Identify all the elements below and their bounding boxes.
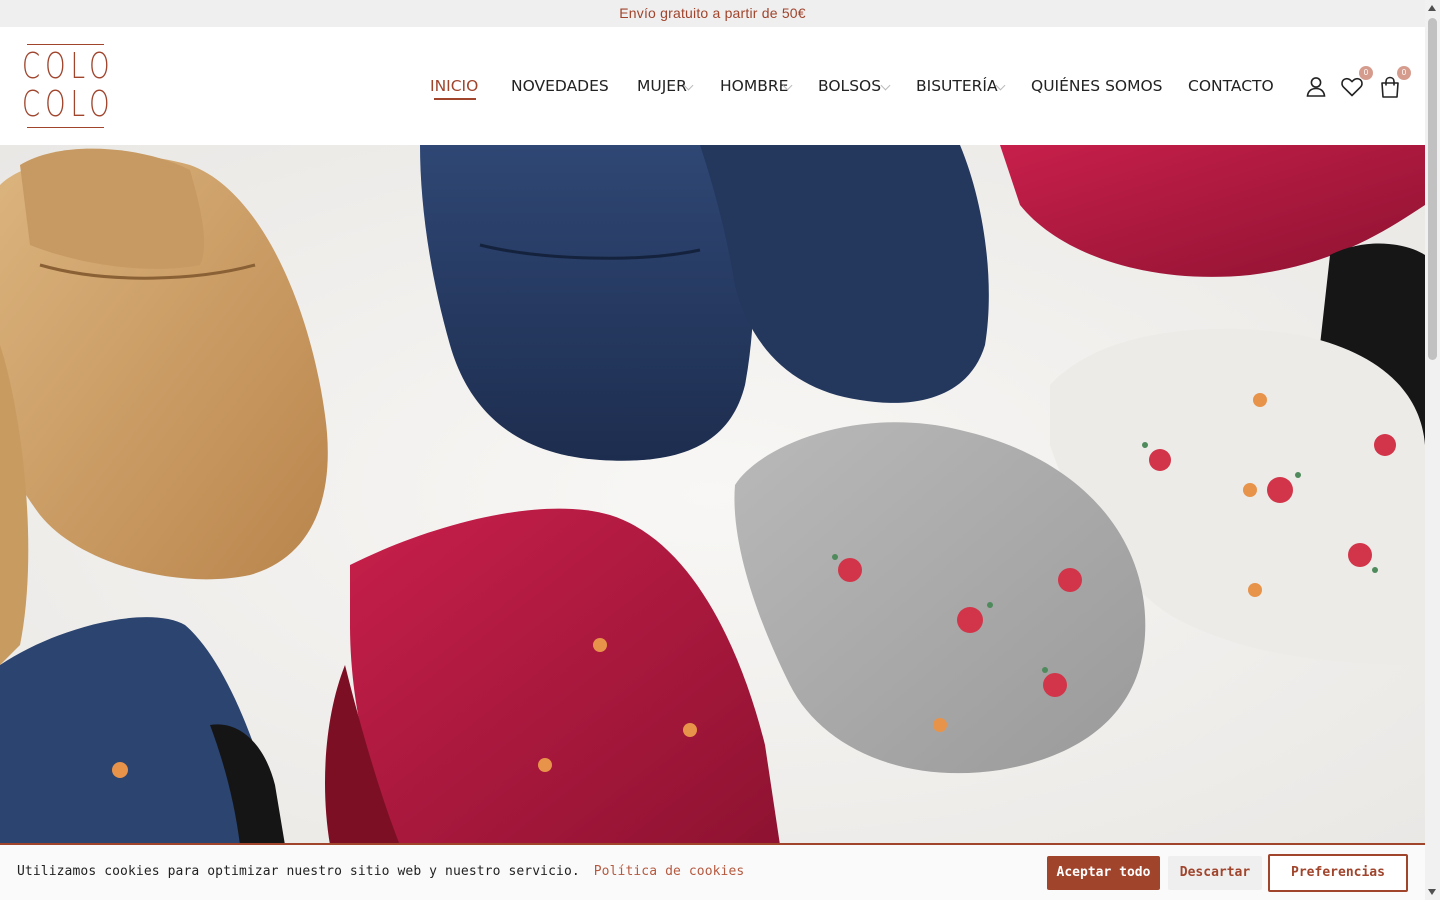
hero-banner[interactable]	[0, 145, 1425, 845]
hero-product-image	[0, 145, 1425, 845]
scroll-down-arrow-icon[interactable]	[1428, 889, 1436, 895]
scroll-up-arrow-icon[interactable]	[1428, 5, 1436, 11]
wishlist-count-badge: 0	[1359, 66, 1373, 80]
wishlist-button[interactable]: 0	[1339, 66, 1373, 100]
header-icons: 0 0	[0, 66, 1425, 100]
cart-count-badge: 0	[1397, 66, 1411, 80]
cookie-policy-link[interactable]: Política de cookies	[594, 864, 745, 879]
page-scrollbar[interactable]	[1425, 0, 1440, 900]
accept-all-button[interactable]: Aceptar todo	[1047, 856, 1160, 890]
preferences-button[interactable]: Preferencias	[1268, 854, 1408, 892]
cart-button[interactable]: 0	[1377, 66, 1411, 100]
user-icon	[1306, 77, 1326, 97]
cookie-message: Utilizamos cookies para optimizar nuestr…	[17, 864, 580, 879]
cookie-banner: Utilizamos cookies para optimizar nuestr…	[0, 843, 1425, 900]
cookie-message-container: Utilizamos cookies para optimizar nuestr…	[17, 864, 744, 879]
announcement-text: Envío gratuito a partir de 50€	[619, 5, 806, 21]
announcement-bar: Envío gratuito a partir de 50€	[0, 0, 1425, 27]
account-button[interactable]	[1303, 74, 1329, 100]
dismiss-button[interactable]: Descartar	[1168, 856, 1262, 890]
site-header: COLO COLO INICIO NOVEDADES MUJER HOMBRE …	[0, 27, 1425, 145]
scrollbar-thumb[interactable]	[1428, 18, 1437, 360]
